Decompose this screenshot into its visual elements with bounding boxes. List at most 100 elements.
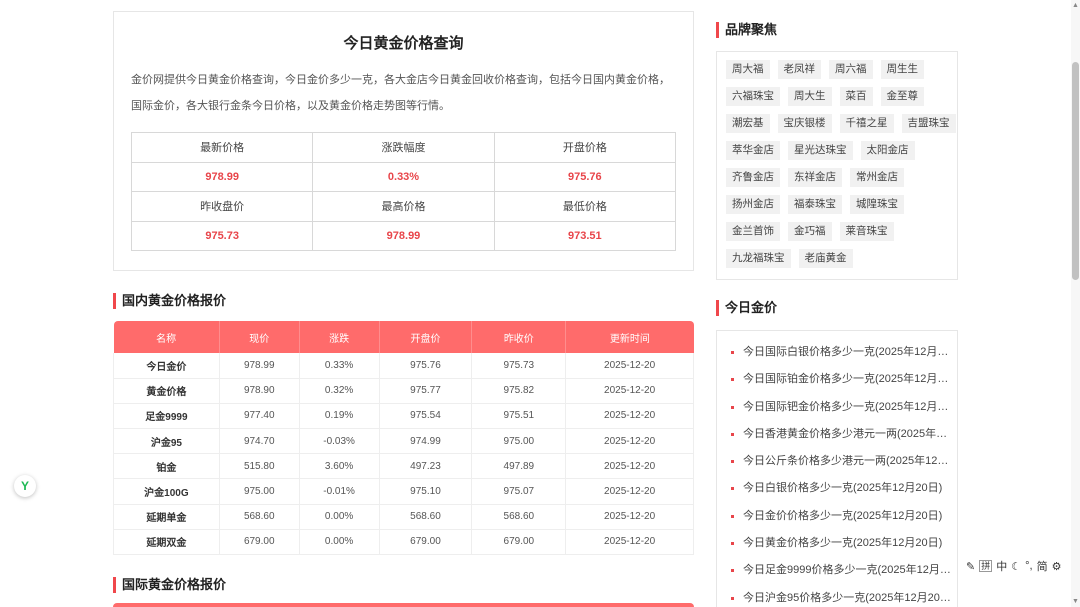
gold-name-cell[interactable]: 沪金100G: [113, 478, 220, 505]
today-article-link[interactable]: 今日公斤条价格多少港元一两(2025年12月20日): [731, 448, 951, 475]
col-name-header: 名称: [113, 321, 220, 353]
ime-toolbar[interactable]: ✎ 拼 中 ☾ °, 简 ⚙: [966, 558, 1062, 574]
brand-row: 扬州金店 福泰珠宝 城隍珠宝: [726, 195, 957, 214]
ime-chinese-label[interactable]: 中: [996, 558, 1007, 574]
ime-settings-icon[interactable]: ✎: [966, 560, 975, 573]
update-time-cell: 2025-12-20: [565, 403, 694, 430]
brand-tag-link[interactable]: 老庙黄金: [798, 249, 853, 268]
gold-name-cell[interactable]: 今日金价: [113, 353, 220, 379]
table-row[interactable]: 沪金100G 975.00 -0.01% 975.10 975.07 2025-12-20: [113, 478, 694, 505]
brand-tag-link[interactable]: 菜百: [839, 87, 873, 106]
today-article-link[interactable]: 今日黄金价格多少一克(2025年12月20日): [731, 530, 951, 557]
brand-tag-link[interactable]: 周生生: [880, 60, 924, 79]
ime-moon-icon[interactable]: ☾: [1011, 560, 1021, 573]
today-article-link[interactable]: 今日沪金95价格多少一克(2025年12月20日): [731, 585, 951, 607]
floating-assistant-icon[interactable]: Y: [14, 475, 36, 497]
prev-close-cell: 497.89: [471, 453, 567, 480]
brand-tag-link[interactable]: 周大生: [788, 87, 832, 106]
price-cell: 679.00: [219, 529, 300, 556]
brand-tag-link[interactable]: 莱音珠宝: [839, 222, 894, 241]
brand-tag-link[interactable]: 潮宏基: [726, 114, 770, 133]
brand-tag-link[interactable]: 东祥金店: [788, 168, 842, 187]
brand-tag-link[interactable]: 六福珠宝: [726, 87, 780, 106]
brand-tag-link[interactable]: 齐鲁金店: [726, 168, 780, 187]
change-cell: -0.01%: [299, 478, 380, 505]
open-cell: 975.10: [379, 478, 473, 505]
today-article-link[interactable]: 今日香港黄金价格多少港元一两(2025年12月20日): [731, 421, 951, 448]
brand-tag-link[interactable]: 金兰首饰: [726, 222, 780, 241]
today-article-link[interactable]: 今日白银价格多少一克(2025年12月20日): [731, 475, 951, 502]
scroll-down-arrow-icon[interactable]: ▼: [1072, 598, 1079, 605]
table-row[interactable]: 延期双金 679.00 0.00% 679.00 679.00 2025-12-20: [113, 529, 694, 556]
change-cell: -0.03%: [299, 428, 380, 455]
today-article-link[interactable]: 今日国际白银价格多少一克(2025年12月20日): [731, 339, 951, 366]
brand-tag-link[interactable]: 千禧之星: [839, 114, 894, 133]
brand-tag-link[interactable]: 老凤祥: [777, 60, 821, 79]
prev-close-value: 975.73: [130, 220, 314, 251]
table-row[interactable]: 沪金95 974.70 -0.03% 974.99 975.00 2025-12-20: [113, 428, 694, 455]
brand-tag-link[interactable]: 扬州金店: [726, 195, 780, 214]
today-section-heading: 今日金价: [716, 300, 777, 316]
latest-price-label: 最新价格: [130, 132, 314, 163]
ime-gear-icon[interactable]: ⚙: [1052, 560, 1062, 573]
change-cell: 3.60%: [299, 453, 380, 480]
update-time-cell: 2025-12-20: [565, 504, 694, 530]
update-time-cell: 2025-12-20: [565, 453, 694, 480]
brand-tag-link[interactable]: 金巧福: [788, 222, 832, 241]
brand-tag-link[interactable]: 九龙福珠宝: [726, 249, 791, 268]
international-table-header: [113, 603, 694, 607]
today-article-link[interactable]: 今日国际钯金价格多少一克(2025年12月20日): [731, 394, 951, 421]
prev-close-cell: 679.00: [471, 529, 567, 556]
today-article-link[interactable]: 今日金价价格多少一克(2025年12月20日): [731, 503, 951, 530]
prev-close-cell: 975.73: [471, 353, 567, 379]
brand-tag-link[interactable]: 星光达珠宝: [788, 141, 853, 160]
international-section-heading: 国际黄金价格报价: [113, 577, 226, 593]
open-cell: 568.60: [379, 504, 473, 530]
scrollbar-thumb[interactable]: [1072, 62, 1079, 280]
prev-close-cell: 975.00: [471, 428, 567, 455]
brand-row: 周大福 老凤祥 周六福 周生生: [726, 60, 957, 79]
gold-name-cell[interactable]: 铂金: [113, 453, 220, 480]
price-cell: 978.90: [219, 378, 300, 404]
ime-pinyin-label[interactable]: 拼: [979, 560, 993, 572]
ime-punctuation-icon[interactable]: °,: [1025, 560, 1032, 572]
gold-name-cell[interactable]: 黄金价格: [113, 378, 220, 404]
today-article-list: 今日国际白银价格多少一克(2025年12月20日) 今日国际铂金价格多少一克(20…: [716, 330, 958, 607]
brand-tag-link[interactable]: 福泰珠宝: [788, 195, 842, 214]
brand-tag-link[interactable]: 宝庆银楼: [777, 114, 832, 133]
price-cell: 515.80: [219, 453, 300, 480]
brand-tag-link[interactable]: 吉盟珠宝: [901, 114, 956, 133]
brand-tag-link[interactable]: 萃华金店: [726, 141, 780, 160]
table-row[interactable]: 延期单金 568.60 0.00% 568.60 568.60 2025-12-20: [113, 504, 694, 530]
brand-row: 萃华金店 星光达珠宝 太阳金店: [726, 141, 957, 160]
brand-tag-link[interactable]: 常州金店: [850, 168, 904, 187]
price-cell: 977.40: [219, 403, 300, 430]
table-row[interactable]: 铂金 515.80 3.60% 497.23 497.89 2025-12-20: [113, 453, 694, 480]
brand-row: 六福珠宝 周大生 菜百 金至尊: [726, 87, 957, 106]
gold-name-cell[interactable]: 延期单金: [113, 504, 220, 530]
brand-section-heading: 品牌聚焦: [716, 22, 777, 38]
brand-tag-link[interactable]: 周大福: [726, 60, 770, 79]
low-price-label: 最低价格: [493, 191, 677, 222]
table-row[interactable]: 今日金价 978.99 0.33% 975.76 975.73 2025-12-20: [113, 353, 694, 379]
today-article-link[interactable]: 今日国际铂金价格多少一克(2025年12月20日): [731, 366, 951, 393]
ime-simplified-label[interactable]: 简: [1037, 558, 1048, 574]
gold-name-cell[interactable]: 沪金95: [113, 428, 220, 455]
gold-name-cell[interactable]: 延期双金: [113, 529, 220, 556]
table-row[interactable]: 足金9999 977.40 0.19% 975.54 975.51 2025-12-20: [113, 403, 694, 430]
price-cell: 978.99: [219, 353, 300, 379]
prev-close-cell: 568.60: [471, 504, 567, 530]
open-cell: 975.54: [379, 403, 473, 430]
brand-tag-link[interactable]: 金至尊: [880, 87, 924, 106]
scroll-up-arrow-icon[interactable]: ▲: [1072, 2, 1079, 9]
update-time-cell: 2025-12-20: [565, 378, 694, 404]
brand-row: 潮宏基 宝庆银楼 千禧之星 吉盟珠宝: [726, 114, 957, 133]
today-article-link[interactable]: 今日足金9999价格多少一克(2025年12月20日): [731, 557, 951, 584]
table-row[interactable]: 黄金价格 978.90 0.32% 975.77 975.82 2025-12-20: [113, 378, 694, 404]
change-cell: 0.00%: [299, 529, 380, 556]
page-scrollbar[interactable]: ▲ ▼: [1071, 0, 1080, 607]
brand-tag-link[interactable]: 太阳金店: [860, 141, 915, 160]
brand-tag-link[interactable]: 周六福: [829, 60, 873, 79]
brand-tag-link[interactable]: 城隍珠宝: [850, 195, 904, 214]
gold-name-cell[interactable]: 足金9999: [113, 403, 220, 430]
